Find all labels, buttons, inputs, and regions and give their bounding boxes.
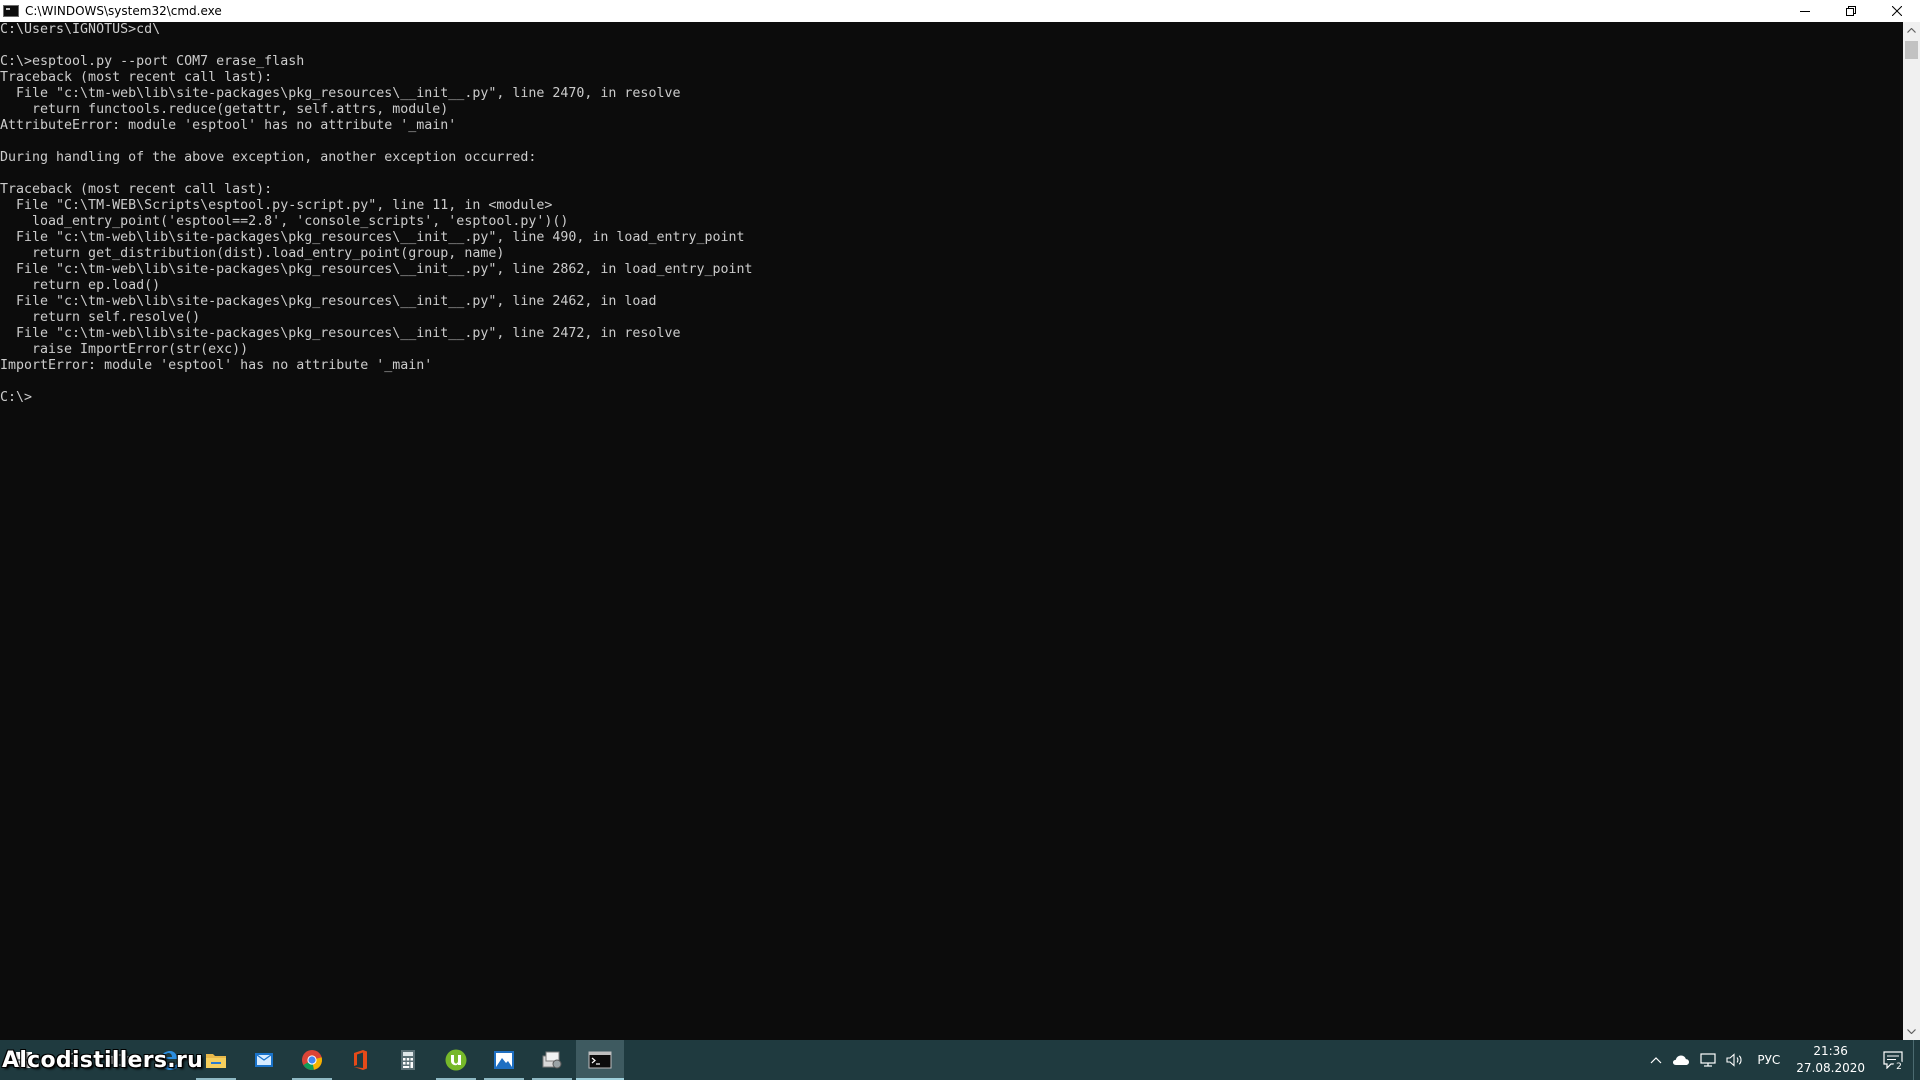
console-line: File "c:\tm-web\lib\site-packages\pkg_re… <box>0 326 681 341</box>
console-line: return get_distribution(dist).load_entry… <box>0 246 505 261</box>
taskbar-app-photos[interactable] <box>480 1040 528 1080</box>
network-button[interactable] <box>1695 1040 1721 1080</box>
task-view-icon <box>111 1054 129 1066</box>
minimize-button[interactable] <box>1782 0 1828 22</box>
console-line: C:\Users\IGNOTUS>cd\ <box>0 22 161 37</box>
scroll-up-button[interactable] <box>1903 22 1920 39</box>
windows-logo-icon <box>16 1052 32 1068</box>
console-line: File "C:\TM-WEB\Scripts\esptool.py-scrip… <box>0 198 553 213</box>
scroll-up-icon <box>1907 28 1916 33</box>
calculator-icon <box>401 1050 415 1070</box>
close-icon <box>1892 6 1902 16</box>
outlook-icon <box>255 1053 273 1067</box>
scroll-down-button[interactable] <box>1903 1023 1920 1040</box>
taskbar-left <box>0 1040 624 1080</box>
window-controls <box>1782 0 1920 22</box>
clock-time: 21:36 <box>1813 1044 1848 1058</box>
input-language-button[interactable]: РУС <box>1749 1040 1788 1080</box>
clock-button[interactable]: 21:36 27.08.2020 <box>1788 1040 1873 1080</box>
taskbar-app-chrome[interactable] <box>288 1040 336 1080</box>
taskbar-app-file-explorer[interactable] <box>192 1040 240 1080</box>
restore-button[interactable] <box>1828 0 1874 22</box>
clock-date: 27.08.2020 <box>1796 1061 1865 1075</box>
console-line: Traceback (most recent call last): <box>0 70 273 85</box>
edge-icon <box>160 1051 177 1070</box>
scroll-down-icon <box>1907 1029 1916 1034</box>
window-title: C:\WINDOWS\system32\cmd.exe <box>25 4 222 18</box>
console-line: File "c:\tm-web\lib\site-packages\pkg_re… <box>0 230 745 245</box>
chevron-up-icon <box>1650 1057 1662 1064</box>
console-line: AttributeError: module 'esptool' has no … <box>0 118 457 133</box>
onedrive-button[interactable] <box>1667 1040 1695 1080</box>
search-button[interactable] <box>48 1040 96 1080</box>
console-line: ImportError: module 'esptool' has no att… <box>0 358 433 373</box>
utorrent-icon <box>445 1049 467 1071</box>
cmd-window: C:\WINDOWS\system32\cmd.exe C:\Users\IGN… <box>0 0 1920 1040</box>
system-tray: РУС 21:36 27.08.2020 2 <box>1645 1040 1920 1080</box>
file-explorer-icon <box>206 1054 226 1068</box>
network-icon <box>1700 1053 1716 1067</box>
speaker-icon <box>1726 1053 1742 1067</box>
taskbar <box>0 1040 1920 1080</box>
minimize-icon <box>1800 11 1810 12</box>
tool-app-icon <box>542 1051 562 1069</box>
task-view-button[interactable] <box>96 1040 144 1080</box>
console-output[interactable]: C:\Users\IGNOTUS>cd\ C:\>esptool.py --por… <box>0 22 1903 1040</box>
vertical-scrollbar[interactable] <box>1903 22 1920 1040</box>
console-line: return self.resolve() <box>0 310 201 325</box>
console-line: Traceback (most recent call last): <box>0 182 273 197</box>
taskbar-app-edge[interactable] <box>144 1040 192 1080</box>
cmd-app-icon[interactable] <box>3 5 19 17</box>
console-line: C:\>esptool.py --port COM7 erase_flash <box>0 54 305 69</box>
office-icon <box>354 1050 367 1070</box>
console-line: return ep.load() <box>0 278 161 293</box>
taskbar-app-calculator[interactable] <box>384 1040 432 1080</box>
console-line: C:\> <box>0 390 33 405</box>
taskbar-app-office[interactable] <box>336 1040 384 1080</box>
console-line: load_entry_point('esptool==2.8', 'consol… <box>0 214 569 229</box>
console-line: File "c:\tm-web\lib\site-packages\pkg_re… <box>0 262 753 277</box>
close-button[interactable] <box>1874 0 1920 22</box>
console-line: During handling of the above exception, … <box>0 150 537 165</box>
console-line: raise ImportError(str(exc)) <box>0 342 249 357</box>
notification-count-badge: 2 <box>1893 1061 1905 1073</box>
taskbar-app-utorrent[interactable] <box>432 1040 480 1080</box>
scroll-thumb[interactable] <box>1905 41 1918 59</box>
taskbar-app-outlook[interactable] <box>240 1040 288 1080</box>
title-bar[interactable]: C:\WINDOWS\system32\cmd.exe <box>0 0 1920 22</box>
console-line: File "c:\tm-web\lib\site-packages\pkg_re… <box>0 86 681 101</box>
cmd-icon <box>588 1051 612 1069</box>
volume-button[interactable] <box>1721 1040 1749 1080</box>
chrome-icon <box>302 1050 322 1070</box>
console-line: return functools.reduce(getattr, self.at… <box>0 102 449 117</box>
show-desktop-button[interactable] <box>1913 1040 1920 1080</box>
show-hidden-icons-button[interactable] <box>1645 1040 1667 1080</box>
console-line: File "c:\tm-web\lib\site-packages\pkg_re… <box>0 294 657 309</box>
restore-icon <box>1846 6 1856 16</box>
start-button[interactable] <box>0 1040 48 1080</box>
taskbar-app-cmd[interactable] <box>576 1040 624 1080</box>
search-icon <box>64 1052 80 1068</box>
taskbar-app-tool[interactable] <box>528 1040 576 1080</box>
photos-icon <box>494 1051 514 1069</box>
action-center-button[interactable]: 2 <box>1873 1040 1913 1080</box>
cloud-icon <box>1673 1055 1690 1065</box>
